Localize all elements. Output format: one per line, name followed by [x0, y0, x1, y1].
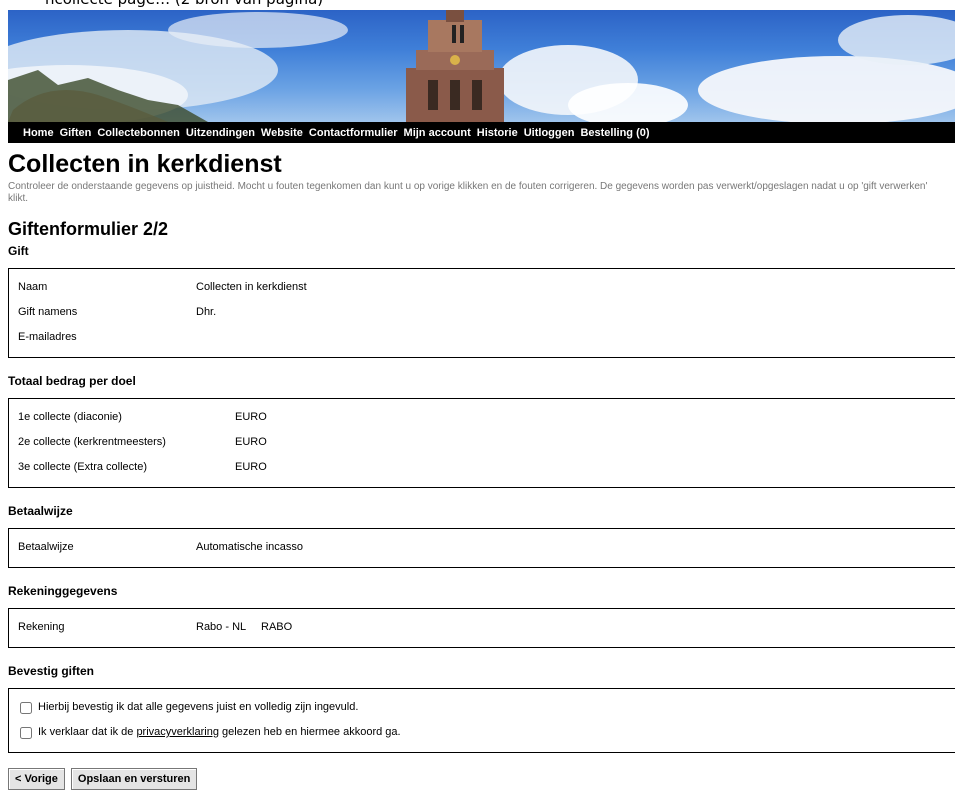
- main-content: Collecten in kerkdienst Controleer de on…: [8, 143, 955, 790]
- row-label: 2e collecte (kerkrentmeesters): [18, 436, 166, 448]
- nav-uitzendingen[interactable]: Uitzendingen: [186, 127, 255, 139]
- confirm-privacy-text-post: gelezen heb en hiermee akkoord ga.: [218, 726, 401, 738]
- betaalwijze-section: Betaalwijze Automatische incasso: [8, 528, 955, 568]
- confirm-privacy-label: Ik verklaar dat ik de privacyverklaring …: [38, 720, 401, 745]
- row-value: Rabo - NL RABO: [196, 621, 293, 633]
- section-title-totaal: Totaal bedrag per doel: [8, 374, 136, 388]
- row-value: EURO: [235, 411, 267, 423]
- page-title: Collecten in kerkdienst: [8, 150, 282, 178]
- gift-section: Naam Collecten in kerkdienst Gift namens…: [8, 268, 955, 358]
- header-banner-image: [8, 10, 955, 122]
- row-value: EURO: [235, 461, 267, 473]
- nav-bestelling[interactable]: Bestelling (0): [580, 127, 649, 139]
- row-label: Betaalwijze: [18, 541, 74, 553]
- row-value: Automatische incasso: [196, 541, 303, 553]
- form-buttons: < Vorige Opslaan en versturen: [8, 768, 955, 790]
- section-title-betaalwijze: Betaalwijze: [8, 504, 73, 518]
- section-title-bevestig: Bevestig giften: [8, 664, 95, 678]
- submit-button[interactable]: Opslaan en versturen: [70, 768, 198, 790]
- row-label: E-mailadres: [18, 331, 77, 343]
- row-label: 3e collecte (Extra collecte): [18, 461, 147, 473]
- confirm-privacy-row[interactable]: Ik verklaar dat ik de privacyverklaring …: [18, 720, 946, 745]
- nav-mijn-account[interactable]: Mijn account: [404, 127, 471, 139]
- totaal-section: 1e collecte (diaconie) EURO 2e collecte …: [8, 398, 955, 488]
- church-tower-photo: [8, 10, 955, 122]
- form-title: Giftenformulier 2/2: [8, 219, 169, 239]
- row-value: Dhr.: [196, 306, 217, 318]
- row-value: Collecten in kerkdienst: [196, 281, 307, 293]
- nav-home[interactable]: Home: [23, 127, 54, 139]
- table-row: 2e collecte (kerkrentmeesters) EURO: [18, 430, 946, 455]
- nav-giften[interactable]: Giften: [60, 127, 92, 139]
- table-row: 1e collecte (diaconie) EURO: [18, 405, 946, 430]
- nav-collectebonnen[interactable]: Collectebonnen: [97, 127, 180, 139]
- bevestig-section: Hierbij bevestig ik dat alle gegevens ju…: [8, 688, 955, 753]
- table-row: Betaalwijze Automatische incasso: [18, 535, 946, 560]
- row-label: Rekening: [18, 621, 65, 633]
- confirm-data-row[interactable]: Hierbij bevestig ik dat alle gegevens ju…: [18, 695, 946, 720]
- table-row: Gift namens Dhr.: [18, 300, 946, 325]
- table-row: E-mailadres: [18, 325, 946, 350]
- main-navigation: Home Giften Collectebonnen Uitzendingen …: [8, 122, 955, 143]
- confirm-data-checkbox[interactable]: [20, 701, 32, 714]
- section-title-rekening: Rekeninggegevens: [8, 584, 118, 598]
- table-row: Rekening Rabo - NL RABO: [18, 615, 946, 640]
- confirm-data-label: Hierbij bevestig ik dat alle gegevens ju…: [38, 701, 359, 713]
- row-label: Naam: [18, 281, 48, 293]
- row-value: EURO: [235, 436, 267, 448]
- top-caption: ncollecte page… (2 bron van pagina): [0, 0, 955, 10]
- rekening-section: Rekening Rabo - NL RABO: [8, 608, 955, 648]
- nav-historie[interactable]: Historie: [477, 127, 518, 139]
- section-title-gift: Gift: [8, 244, 29, 258]
- row-label: 1e collecte (diaconie): [18, 411, 122, 423]
- table-row: Naam Collecten in kerkdienst: [18, 275, 946, 300]
- confirm-privacy-text-pre: Ik verklaar dat ik de: [38, 726, 137, 738]
- nav-uitloggen[interactable]: Uitloggen: [524, 127, 575, 139]
- row-label: Gift namens: [18, 306, 78, 318]
- prev-button[interactable]: < Vorige: [8, 768, 65, 790]
- nav-contactformulier[interactable]: Contactformulier: [309, 127, 398, 139]
- nav-website[interactable]: Website: [261, 127, 303, 139]
- intro-text: Controleer de onderstaande gegevens op j…: [8, 181, 928, 204]
- privacy-link[interactable]: privacyverklaring: [136, 726, 219, 738]
- table-row: 3e collecte (Extra collecte) EURO: [18, 455, 946, 480]
- confirm-privacy-checkbox[interactable]: [20, 726, 32, 739]
